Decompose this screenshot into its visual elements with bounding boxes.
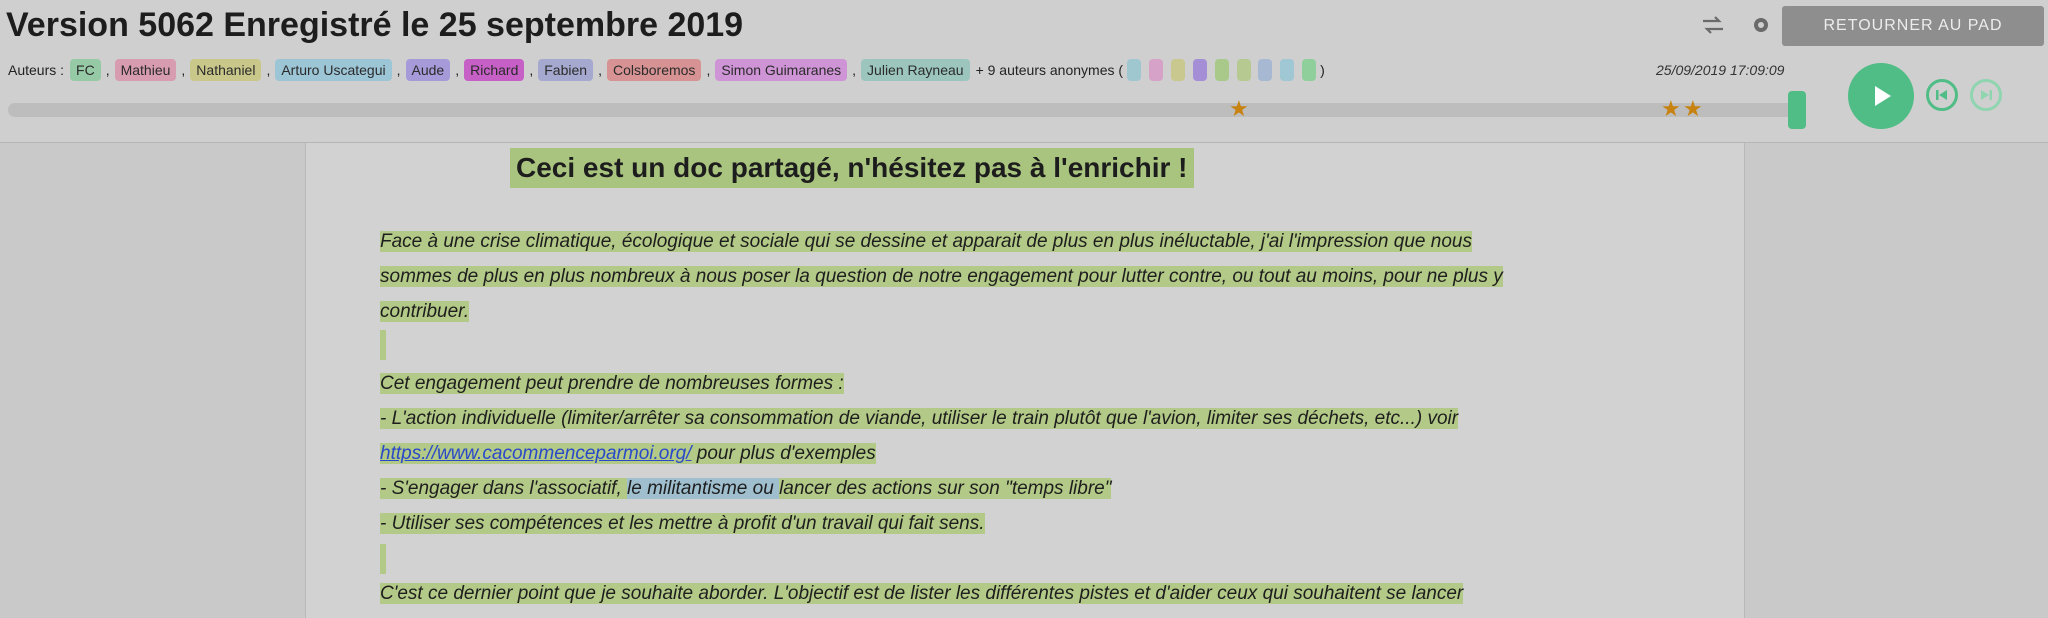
text-fragment: lancer des actions sur son "temps libre" [779, 478, 1112, 499]
text-fragment: le militantisme ou [627, 478, 780, 499]
header-icons [1700, 12, 1774, 38]
empty-line-marker [380, 544, 386, 574]
step-backward-button[interactable] [1926, 79, 1958, 111]
author-color-swatch [1236, 59, 1251, 81]
author-color-swatch [1127, 59, 1142, 81]
timeslider-track[interactable] [8, 103, 1796, 117]
text-line: - L'action individuelle (limiter/arrêter… [380, 408, 1459, 429]
text-line: - Utiliser ses compétences et les mettre… [380, 513, 985, 534]
author-color-swatch [1214, 59, 1229, 81]
paragraph-engagement: Cet engagement peut prendre de nombreuse… [380, 366, 1459, 541]
author-chip: Aude [405, 59, 451, 81]
authors-list: Auteurs : FC, Mathieu, Nathaniel, Arturo… [8, 56, 1325, 84]
anonymous-authors-close: ) [1320, 62, 1325, 78]
author-color-swatch [1148, 59, 1163, 81]
gear-icon[interactable] [1748, 12, 1774, 38]
author-chip: Nathaniel [190, 59, 262, 81]
text-line: contribuer. [380, 301, 470, 322]
timeslider-header: Version 5062 Enregistré le 25 septembre … [0, 0, 2048, 143]
author-chip: FC [70, 59, 101, 81]
star-icon[interactable]: ★ [1683, 98, 1703, 120]
author-chip: Mathieu [114, 59, 177, 81]
swap-icon[interactable] [1700, 12, 1726, 38]
timeslider-handle[interactable] [1788, 91, 1806, 129]
return-to-pad-button[interactable]: RETOURNER AU PAD [1782, 6, 2044, 46]
version-title: Version 5062 Enregistré le 25 septembre … [6, 6, 744, 44]
external-link[interactable]: https://www.cacommenceparmoi.org/ [380, 443, 692, 464]
document-heading: Ceci est un doc partagé, n'hésitez pas à… [510, 148, 1194, 188]
anonymous-authors-text: + 9 auteurs anonymes ( [975, 62, 1124, 78]
step-forward-icon [1981, 90, 1992, 100]
text-fragment: pour plus d'exemples [691, 443, 876, 464]
author-chip: Julien Rayneau [861, 59, 970, 81]
author-chip: Arturo Uscategui [275, 59, 392, 81]
paragraph-conclusion: C'est ce dernier point que je souhaite a… [380, 576, 1464, 611]
author-chip: Fabien [538, 59, 594, 81]
authors-label: Auteurs : [8, 62, 65, 78]
text-line: Face à une crise climatique, écologique … [380, 231, 1472, 252]
anonymous-swatches [1123, 59, 1317, 81]
author-color-swatch [1280, 59, 1295, 81]
text-line: C'est ce dernier point que je souhaite a… [380, 583, 1464, 604]
text-line: sommes de plus en plus nombreux à nous p… [380, 266, 1503, 287]
paragraph-intro: Face à une crise climatique, écologique … [380, 224, 1503, 329]
text-line: Cet engagement peut prendre de nombreuse… [380, 373, 844, 394]
author-chip: Colsboremos [606, 59, 702, 81]
author-color-swatch [1258, 59, 1273, 81]
star-icon[interactable]: ★ [1661, 98, 1681, 120]
author-color-swatch [1170, 59, 1185, 81]
empty-line-marker [380, 330, 386, 360]
author-color-swatch [1192, 59, 1207, 81]
step-forward-button[interactable] [1970, 79, 2002, 111]
star-icon[interactable]: ★ [1229, 98, 1249, 120]
revision-timestamp: 25/09/2019 17:09:09 [1656, 62, 1785, 78]
text-fragment: - S'engager dans l'associatif, [380, 478, 627, 499]
author-chip: Richard [464, 59, 525, 81]
play-icon [1875, 86, 1891, 106]
step-backward-icon [1936, 90, 1947, 100]
play-button[interactable] [1848, 63, 1914, 129]
author-color-swatch [1302, 59, 1317, 81]
author-chip: Simon Guimaranes [715, 59, 848, 81]
